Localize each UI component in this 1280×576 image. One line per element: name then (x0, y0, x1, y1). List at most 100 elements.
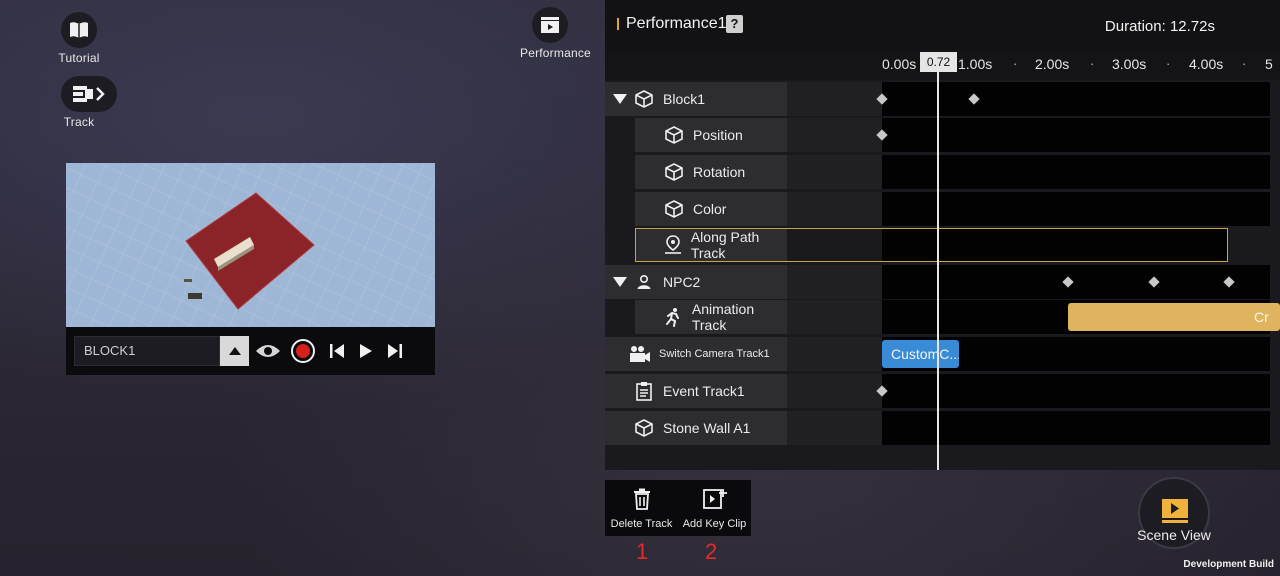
trash-icon (633, 488, 650, 510)
tick-label: 0.00s (882, 56, 917, 72)
track-lane[interactable] (882, 411, 1270, 445)
skip-end-icon (388, 344, 402, 358)
track-spacer (787, 411, 882, 445)
track-name: Position (693, 127, 743, 143)
track-spacer (787, 82, 882, 116)
performance-label: Performance (520, 46, 591, 60)
track-row[interactable]: Color (605, 192, 1280, 226)
playhead-value[interactable]: 0.72 (920, 52, 957, 72)
clipboard-icon (633, 380, 655, 402)
track-icon (61, 76, 117, 112)
track-label-position[interactable]: Position (635, 118, 787, 152)
add-key-clip-button[interactable]: Add Key Clip (678, 480, 751, 536)
performance-title[interactable]: Performance1 (626, 15, 727, 33)
object-name-field[interactable]: BLOCK1 (74, 336, 220, 366)
track-lane[interactable] (882, 374, 1270, 408)
track-row[interactable]: Block1 (605, 82, 1280, 116)
track-label-stone-wall[interactable]: Stone Wall A1 (605, 411, 787, 445)
track-name: NPC2 (663, 274, 701, 290)
performance-panel: Performance1 ? Duration: 12.72s 0.00s 1.… (605, 0, 1280, 470)
track-row[interactable]: Switch Camera Track1 CustomC... (605, 337, 1280, 371)
tutorial-button[interactable]: Tutorial (49, 12, 109, 65)
timeline-ruler[interactable]: 0.00s 1.00s · 2.00s · 3.00s · 4.00s · 5 … (605, 50, 1280, 80)
tick-label: 2.00s (1035, 56, 1070, 72)
track-lane[interactable] (882, 265, 1270, 299)
triangle-down-icon[interactable] (613, 277, 627, 287)
camera-clip[interactable]: CustomC... (882, 340, 959, 368)
path-pin-icon (663, 234, 683, 256)
track-name: Block1 (663, 91, 706, 107)
animation-clip[interactable]: Cr (1068, 303, 1280, 331)
scene-view-label: Scene View (1137, 527, 1211, 543)
track-spacer (787, 337, 882, 371)
delete-track-button[interactable]: Delete Track (605, 480, 678, 536)
eye-icon[interactable] (255, 343, 281, 359)
track-name: Color (693, 201, 727, 217)
add-clip-icon (702, 489, 727, 509)
track-label-switch-camera[interactable]: Switch Camera Track1 (605, 337, 787, 371)
tick-label: 5 (1265, 56, 1273, 72)
track-row[interactable]: Rotation (605, 155, 1280, 189)
record-button[interactable] (291, 339, 315, 363)
play-button[interactable] (359, 343, 373, 359)
track-spacer (787, 155, 882, 189)
playhead-line[interactable] (937, 72, 939, 470)
title-accent (617, 18, 619, 30)
tick-dot: · (1090, 56, 1095, 71)
help-icon[interactable]: ? (726, 15, 743, 33)
track-row[interactable]: Event Track1 (605, 374, 1280, 408)
cube-icon (663, 198, 685, 220)
cube-icon (663, 124, 685, 146)
track-label-animation[interactable]: Animation Track (635, 300, 787, 334)
track-label-npc2[interactable]: NPC2 (605, 265, 787, 299)
track-spacer (787, 374, 882, 408)
track-button[interactable]: Track (49, 76, 117, 129)
track-spacer (787, 118, 882, 152)
running-person-icon (663, 306, 684, 328)
track-spacer (787, 265, 882, 299)
track-lane[interactable] (882, 228, 1228, 262)
track-row[interactable]: NPC2 (605, 265, 1280, 299)
track-label-color[interactable]: Color (635, 192, 787, 226)
block-scene-image (184, 192, 315, 310)
track-row[interactable]: Stone Wall A1 (605, 411, 1280, 445)
cube-icon (663, 161, 685, 183)
track-toolbar: Delete Track Add Key Clip (605, 480, 751, 536)
track-name: Rotation (693, 164, 746, 180)
performance-button[interactable]: Performance (520, 7, 591, 60)
track-name: Event Track1 (663, 383, 745, 399)
play-icon (360, 344, 372, 358)
track-label-block1[interactable]: Block1 (605, 82, 787, 116)
tick-label: 4.00s (1189, 56, 1224, 72)
collapse-up-button[interactable] (220, 336, 249, 366)
track-name: Along Path Track (690, 229, 760, 261)
person-icon (633, 271, 655, 293)
skip-end-button[interactable] (387, 343, 403, 359)
track-label-rotation[interactable]: Rotation (635, 155, 787, 189)
record-icon (291, 339, 315, 363)
skip-start-icon (330, 344, 344, 358)
clapperboard-icon (532, 7, 568, 43)
panel-header: Performance1 ? Duration: 12.72s (605, 0, 1280, 50)
add-key-clip-label: Add Key Clip (682, 518, 747, 530)
cube-icon (633, 88, 655, 110)
track-lane[interactable] (882, 82, 1270, 116)
track-label-event[interactable]: Event Track1 (605, 374, 787, 408)
camera-icon (629, 343, 651, 365)
track-row[interactable]: Animation Track Cr (605, 300, 1280, 334)
track-name: Animation Track (691, 301, 755, 333)
tick-label: 3.00s (1112, 56, 1147, 72)
preview-viewport[interactable] (66, 163, 435, 327)
track-label-along-path[interactable]: Along Path Track (635, 228, 787, 262)
skip-start-button[interactable] (329, 343, 345, 359)
track-row[interactable]: Position (605, 118, 1280, 152)
tick-dot: · (1242, 56, 1247, 71)
delete-track-label: Delete Track (610, 518, 673, 530)
tick-dot: · (1013, 56, 1018, 71)
track-row-selected[interactable]: Along Path Track (605, 228, 1280, 262)
triangle-down-icon[interactable] (613, 94, 627, 104)
track-lane[interactable] (882, 192, 1270, 226)
development-build-label: Development Build (1183, 559, 1274, 570)
track-lane[interactable] (882, 155, 1270, 189)
track-lane[interactable] (882, 118, 1270, 152)
